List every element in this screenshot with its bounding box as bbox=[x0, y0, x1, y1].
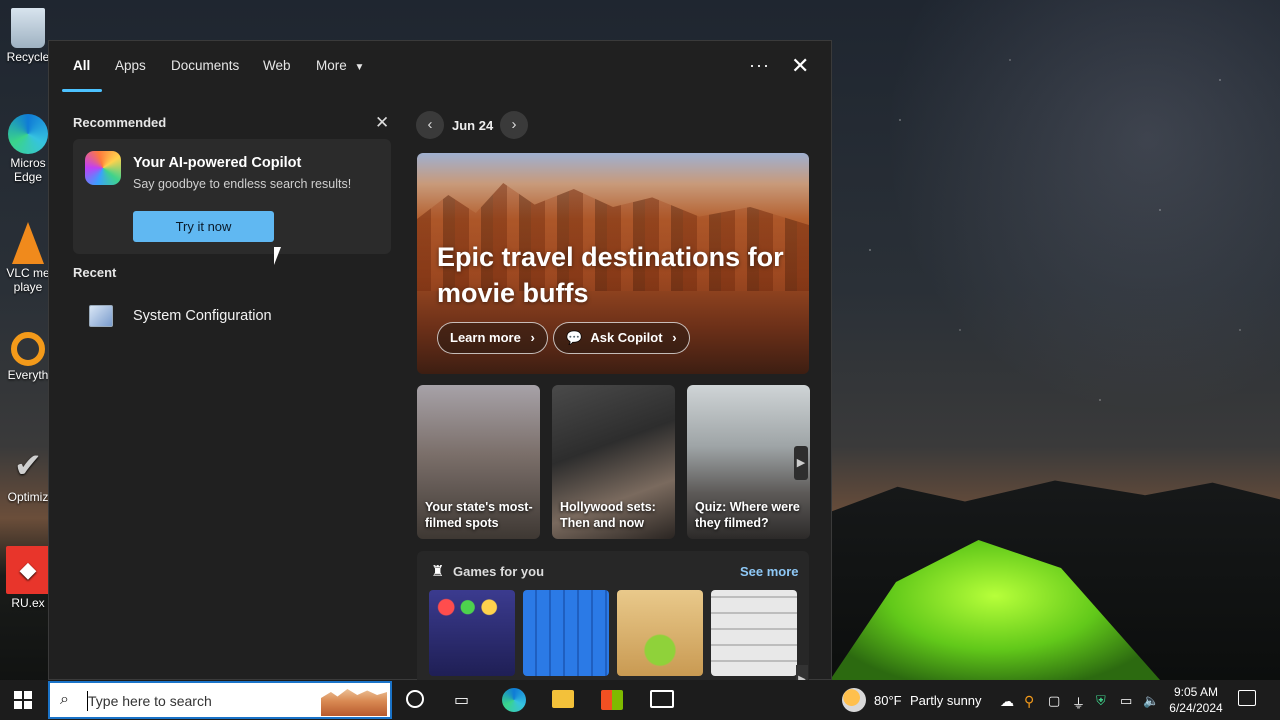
microsoft-store-icon[interactable] bbox=[601, 690, 623, 710]
device-icon[interactable]: ▢ bbox=[1048, 693, 1060, 709]
tab-apps[interactable]: Apps bbox=[115, 58, 146, 73]
game-bubble-shooter[interactable] bbox=[429, 590, 515, 676]
ask-copilot-button[interactable]: 💬 Ask Copilot › bbox=[553, 322, 690, 354]
story-tile-caption: Quiz: Where were they filmed? bbox=[695, 500, 800, 530]
copilot-logo-icon bbox=[85, 151, 121, 185]
ellipsis-icon[interactable]: ··· bbox=[749, 55, 770, 76]
weather-temperature[interactable]: 80°F bbox=[874, 693, 902, 708]
games-card: ♜ Games for you See more ▶ bbox=[417, 551, 809, 695]
story-tile-caption: Your state's most-filmed spots bbox=[425, 500, 533, 530]
desktop-icon-label: VLC me playe bbox=[6, 266, 50, 294]
tab-documents[interactable]: Documents bbox=[171, 58, 239, 73]
vlc-icon bbox=[12, 222, 44, 264]
chevron-right-icon: › bbox=[530, 330, 535, 345]
mail-icon[interactable] bbox=[650, 690, 674, 708]
active-tab-indicator bbox=[62, 89, 102, 92]
taskbar: ⌕ Type here to search ▭ 80°F Partly sunn… bbox=[0, 680, 1280, 720]
everything-tray-icon[interactable]: ⚲ bbox=[1024, 693, 1034, 710]
story-tile-caption: Hollywood sets: Then and now bbox=[560, 500, 656, 530]
tab-more-label: More bbox=[316, 58, 347, 73]
ru-exe-icon: ◆ bbox=[6, 546, 50, 594]
copilot-promo-card[interactable]: Your AI-powered Copilot Say goodbye to e… bbox=[73, 139, 391, 254]
search-placeholder: Type here to search bbox=[88, 693, 212, 709]
cortana-icon[interactable] bbox=[406, 690, 424, 708]
recycle-bin-icon bbox=[11, 8, 45, 48]
feed-date: Jun 24 bbox=[452, 118, 494, 133]
chevron-right-icon: › bbox=[511, 116, 517, 133]
windows-start-icon[interactable] bbox=[14, 691, 32, 709]
see-more-link[interactable]: See more bbox=[740, 564, 799, 579]
story-tiles: Your state's most-filmed spots Hollywood… bbox=[417, 385, 811, 539]
wallpaper-sky-glow bbox=[840, 0, 1280, 460]
caret-down-icon: ▼ bbox=[354, 62, 365, 73]
hero-title: Epic travel destinations for movie buffs bbox=[437, 242, 784, 308]
games-icon: ♜ bbox=[431, 563, 445, 580]
search-panel: All Apps Documents Web More ▼ ··· ✕ Reco… bbox=[48, 40, 832, 695]
chat-bubble-icon: 💬 bbox=[566, 330, 583, 345]
edge-taskbar-icon[interactable] bbox=[502, 688, 526, 712]
game-cut-the-rope[interactable] bbox=[617, 590, 703, 676]
edge-icon bbox=[8, 114, 48, 154]
weather-description[interactable]: Partly sunny bbox=[910, 693, 982, 708]
checkmark-icon: ✔ bbox=[13, 447, 43, 485]
recommended-heading: Recommended bbox=[73, 115, 167, 130]
cloud-sync-icon[interactable]: ☁ bbox=[1000, 693, 1014, 710]
system-clock[interactable]: 9:05 AM 6/24/2024 bbox=[1163, 684, 1229, 716]
chevron-right-icon: ▶ bbox=[796, 457, 806, 469]
recent-item-label: System Configuration bbox=[133, 308, 272, 324]
hero-card[interactable]: Epic travel destinations for movie buffs… bbox=[417, 153, 809, 374]
tab-web[interactable]: Web bbox=[263, 58, 291, 73]
notifications-icon[interactable] bbox=[1238, 690, 1256, 706]
clock-date: 6/24/2024 bbox=[1169, 701, 1223, 715]
task-view-icon[interactable]: ▭ bbox=[454, 690, 476, 710]
next-tiles-button[interactable]: ▶ bbox=[794, 446, 808, 480]
desktop-icon-label: Micros Edge bbox=[10, 156, 46, 184]
game-mahjong[interactable] bbox=[711, 590, 797, 676]
chevron-left-icon: ‹ bbox=[427, 116, 433, 133]
previous-day-button[interactable]: ‹ bbox=[416, 111, 444, 139]
recent-item-system-configuration[interactable]: System Configuration bbox=[89, 303, 379, 333]
ask-copilot-label: Ask Copilot bbox=[590, 330, 663, 345]
story-tile[interactable]: Your state's most-filmed spots bbox=[417, 385, 540, 539]
chevron-right-icon: › bbox=[672, 330, 677, 345]
network-icon[interactable]: ▭ bbox=[1120, 693, 1132, 709]
search-tabs: All Apps Documents Web More ▼ ··· ✕ bbox=[49, 41, 831, 93]
search-highlight-image bbox=[321, 689, 387, 716]
story-tile[interactable]: Quiz: Where were they filmed? bbox=[687, 385, 810, 539]
tab-all[interactable]: All bbox=[73, 58, 90, 73]
usb-icon[interactable]: ⏚ bbox=[1072, 693, 1085, 712]
dismiss-recommended-icon[interactable]: ✕ bbox=[375, 113, 389, 133]
recent-heading: Recent bbox=[73, 265, 117, 280]
games-title: Games for you bbox=[453, 564, 545, 579]
learn-more-button[interactable]: Learn more › bbox=[437, 322, 548, 354]
copilot-card-subtitle: Say goodbye to endless search results! bbox=[133, 177, 352, 191]
system-configuration-icon bbox=[89, 305, 113, 327]
story-tile[interactable]: Hollywood sets: Then and now bbox=[552, 385, 675, 539]
search-icon: ⌕ bbox=[60, 691, 69, 708]
mouse-pointer-icon bbox=[274, 247, 288, 265]
clock-time: 9:05 AM bbox=[1173, 685, 1219, 699]
close-icon[interactable]: ✕ bbox=[791, 53, 809, 79]
weather-icon[interactable] bbox=[842, 688, 866, 712]
tab-more[interactable]: More ▼ bbox=[316, 58, 364, 73]
copilot-card-title: Your AI-powered Copilot bbox=[133, 155, 302, 171]
next-day-button[interactable]: › bbox=[500, 111, 528, 139]
game-block-puzzle[interactable] bbox=[523, 590, 609, 676]
everything-search-icon bbox=[11, 332, 45, 366]
volume-muted-icon[interactable]: 🔈 bbox=[1143, 693, 1159, 709]
file-explorer-icon[interactable] bbox=[552, 690, 574, 708]
try-it-now-button[interactable]: Try it now bbox=[133, 211, 274, 242]
learn-more-label: Learn more bbox=[450, 330, 521, 345]
security-shield-icon[interactable]: ⛨ bbox=[1096, 693, 1106, 709]
taskbar-search-box[interactable]: ⌕ Type here to search bbox=[48, 681, 392, 719]
